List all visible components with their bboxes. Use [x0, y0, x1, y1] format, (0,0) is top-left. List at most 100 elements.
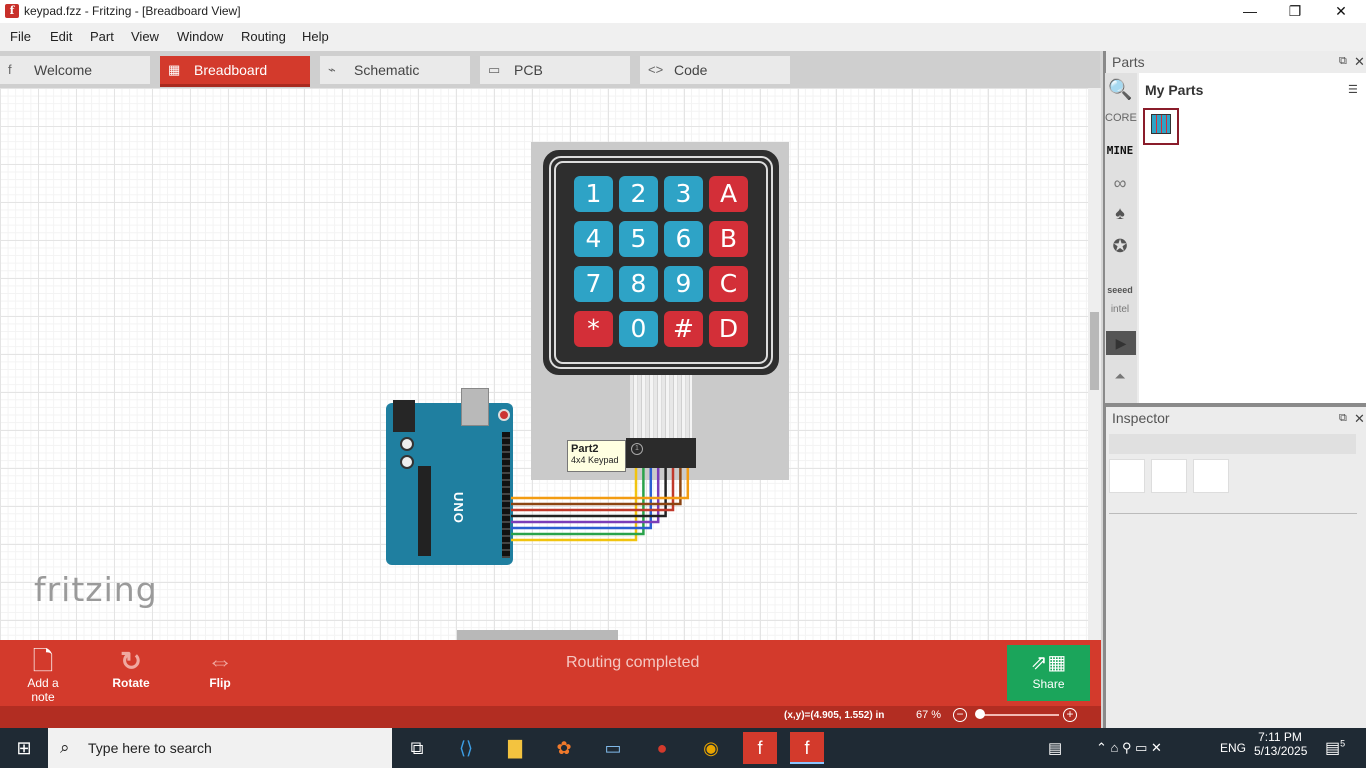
maximize-button[interactable]: ❐ — [1272, 0, 1318, 23]
add-note-button[interactable]: 🗋 Add a note — [14, 646, 72, 704]
taskbar-clock[interactable]: 7:11 PM 5/13/2025 — [1254, 730, 1307, 758]
zoom-in-button[interactable]: + — [1063, 708, 1077, 722]
keypad-key: 4 — [574, 221, 613, 257]
file-explorer-icon[interactable]: ▇ — [498, 732, 532, 764]
menu-help[interactable]: Help — [302, 29, 329, 44]
keypad-key: D — [709, 311, 748, 347]
news-widget-icon[interactable]: ▤ — [1048, 739, 1062, 757]
task-view-icon[interactable]: ⧉ — [400, 732, 434, 764]
sparkfun-bin-icon[interactable]: ♠ — [1105, 203, 1135, 224]
menu-part[interactable]: Part — [90, 29, 114, 44]
zoom-slider[interactable] — [977, 714, 1059, 716]
bin-intel[interactable]: intel — [1105, 304, 1135, 315]
my-parts-title: My Parts — [1145, 82, 1204, 98]
pcb-icon: ▭ — [488, 62, 501, 77]
keypad-key: 6 — [664, 221, 703, 257]
arduino-bin-icon[interactable]: ∞ — [1105, 173, 1135, 194]
float-icon[interactable]: ⧉ — [1339, 412, 1347, 425]
tab-code[interactable]: <> Code — [640, 56, 790, 84]
menu-edit[interactable]: Edit — [50, 29, 72, 44]
remote-desktop-icon[interactable]: ▭ — [596, 732, 630, 764]
app-p-icon[interactable]: ● — [645, 732, 679, 764]
menu-file[interactable]: File — [10, 29, 31, 44]
bin-mine[interactable]: MINE — [1105, 144, 1135, 157]
keypad-key: * — [574, 311, 613, 347]
breadboard-icon: ▦ — [168, 62, 181, 77]
digital-pin-header — [502, 432, 510, 558]
close-button[interactable]: ✕ — [1318, 0, 1364, 23]
minimize-button[interactable]: — — [1227, 0, 1273, 23]
capacitor — [400, 455, 414, 469]
notifications-icon[interactable]: ▤5 — [1325, 738, 1345, 758]
tab-welcome[interactable]: f Welcome — [0, 56, 150, 84]
vertical-scroll-thumb[interactable] — [1090, 312, 1099, 390]
close-icon[interactable]: ✕ — [1354, 411, 1365, 427]
adafruit-bin-icon[interactable]: ✪ — [1105, 236, 1135, 257]
menu-window[interactable]: Window — [177, 29, 223, 44]
keypad-key: 8 — [619, 266, 658, 302]
keypad-key: # — [664, 311, 703, 347]
parts-title: Parts — [1112, 54, 1145, 70]
keypad-thumbnail-icon — [1151, 114, 1171, 134]
fritzing-app-icon: f — [5, 4, 19, 18]
fritzing-active-taskbar-icon[interactable]: f — [790, 732, 824, 764]
rotate-button[interactable]: ↻ Rotate — [108, 646, 154, 690]
tab-pcb[interactable]: ▭ PCB — [480, 56, 630, 84]
inspector-title-field — [1109, 434, 1356, 454]
search-icon: ⌕ — [60, 738, 70, 757]
zoom-slider-handle[interactable] — [975, 709, 985, 719]
routing-status: Routing completed — [566, 654, 700, 671]
zoom-level: 67 % — [916, 709, 942, 721]
tooltip-part-desc: 4x4 Keypad — [571, 455, 619, 465]
menu-icon[interactable]: ☰ — [1348, 83, 1358, 96]
bin-seeed[interactable]: seeed — [1105, 285, 1135, 295]
vscode-icon[interactable]: ⟨⟩ — [449, 732, 483, 764]
taskbar-search-input[interactable]: Type here to search — [48, 728, 392, 768]
flip-icon: ⇔ — [207, 646, 233, 676]
note-icon: 🗋 — [32, 646, 54, 676]
keypad-key: C — [709, 266, 748, 302]
zoom-out-button[interactable]: − — [953, 708, 967, 722]
fritzing-icon: f — [8, 62, 12, 77]
inspector-header: Inspector ⧉ ✕ — [1106, 407, 1366, 431]
horizontal-scroll-thumb[interactable] — [457, 630, 618, 640]
pin-one-marker: 1 — [631, 443, 643, 455]
menu-routing[interactable]: Routing — [241, 29, 286, 44]
code-icon: <> — [648, 62, 664, 77]
share-button[interactable]: ⇗▦ Share — [1007, 645, 1090, 701]
tab-schematic[interactable]: ⌁ Schematic — [320, 56, 470, 84]
keypad-part-thumbnail[interactable] — [1143, 108, 1179, 145]
language-indicator[interactable]: ENG — [1220, 741, 1246, 755]
system-tray-icons[interactable]: ⌃ ⌂ ⚲ ▭ ✕ — [1096, 740, 1162, 756]
keypad-key: 2 — [619, 176, 658, 212]
xampp-icon[interactable]: ✿ — [547, 732, 581, 764]
keypad-key: 7 — [574, 266, 613, 302]
rotate-icon: ↻ — [120, 646, 142, 676]
keypad-key: 5 — [619, 221, 658, 257]
capacitor — [400, 437, 414, 451]
keypad-ribbon-cable — [630, 375, 692, 440]
play-bin-icon[interactable]: ▶ — [1106, 331, 1136, 355]
keypad-key: 0 — [619, 311, 658, 347]
windows-start-icon[interactable]: ⊞ — [0, 728, 48, 768]
part-tooltip: Part2 4x4 Keypad — [567, 440, 626, 472]
fritzing-logo: fritzing — [34, 570, 158, 609]
window-title: keypad.fzz - Fritzing - [Breadboard View… — [24, 4, 241, 18]
keypad-key: 9 — [664, 266, 703, 302]
microcontroller-chip — [418, 466, 431, 556]
menu-view[interactable]: View — [131, 29, 159, 44]
schematic-icon: ⌁ — [328, 62, 336, 77]
close-icon[interactable]: ✕ — [1354, 54, 1365, 70]
chrome-icon[interactable]: ◉ — [694, 732, 728, 764]
flip-button[interactable]: ⇔ Flip — [200, 646, 240, 690]
fritzing-taskbar-icon[interactable]: f — [743, 732, 777, 764]
keypad-key: 1 — [574, 176, 613, 212]
search-parts-icon[interactable]: 🔍 — [1105, 77, 1135, 102]
tab-breadboard[interactable]: ▦ Breadboard — [160, 56, 310, 87]
scroll-bins-icon[interactable]: ⏶ — [1105, 368, 1135, 385]
share-icon: ⇗▦ — [1030, 652, 1067, 674]
keypad-key: B — [709, 221, 748, 257]
bin-core[interactable]: CORE — [1105, 112, 1137, 124]
power-jack — [393, 400, 415, 432]
float-icon[interactable]: ⧉ — [1339, 55, 1347, 68]
